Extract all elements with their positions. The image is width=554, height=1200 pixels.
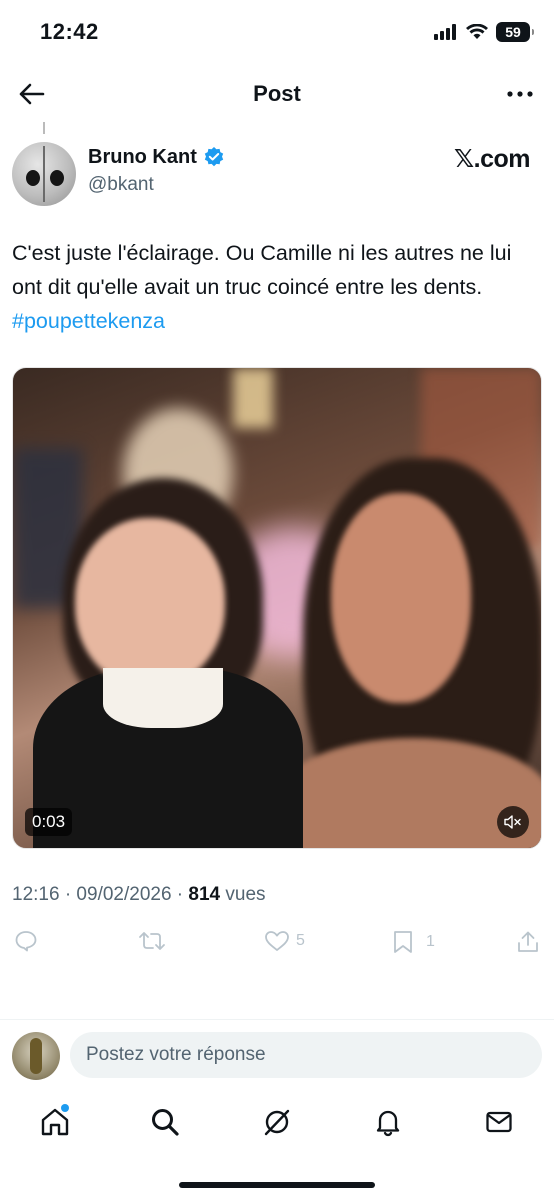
views-label: vues — [220, 884, 266, 905]
tab-messages[interactable] — [479, 1102, 519, 1142]
repost-icon — [139, 932, 165, 950]
mute-button[interactable] — [497, 806, 529, 838]
search-icon — [152, 1109, 179, 1136]
post-body: C'est juste l'éclairage. Ou Camille ni l… — [12, 241, 512, 299]
wifi-icon — [466, 24, 488, 39]
status-time: 12:42 — [40, 19, 99, 44]
status-icons: 59 — [434, 22, 534, 42]
grok-icon — [264, 1109, 290, 1136]
envelope-icon — [486, 1111, 512, 1133]
bookmark-count: 1 — [426, 933, 435, 950]
status-bar: 12:42 59 — [0, 0, 554, 66]
ellipsis-icon — [507, 91, 533, 97]
avatar-antenna — [43, 122, 45, 134]
back-button[interactable] — [14, 76, 50, 112]
reply-bar — [0, 1019, 554, 1091]
battery-icon: 59 — [496, 22, 534, 42]
author-avatar[interactable] — [12, 142, 76, 206]
tab-grok[interactable] — [257, 1102, 297, 1142]
author-name[interactable]: Bruno Kant — [88, 146, 197, 169]
post-text: C'est juste l'éclairage. Ou Camille ni l… — [12, 236, 542, 338]
post-meta: 12:16 · 09/02/2026 · 814 vues — [12, 884, 266, 906]
page-title: Post — [253, 81, 301, 106]
hashtag-link[interactable]: #poupettekenza — [12, 309, 165, 333]
post-author: Bruno Kant @bkant 𝕏.com — [0, 122, 554, 222]
reply-icon — [15, 931, 37, 952]
video-duration: 0:03 — [25, 808, 73, 836]
tab-search[interactable] — [145, 1102, 185, 1142]
author-handle[interactable]: @bkant — [88, 174, 154, 196]
action-bar: 5 1 — [0, 922, 554, 962]
heart-icon — [265, 931, 289, 951]
home-indicator[interactable] — [179, 1182, 375, 1188]
like-button[interactable]: 5 — [264, 930, 305, 952]
tab-notifications[interactable] — [368, 1102, 408, 1142]
more-options-button[interactable] — [502, 76, 538, 112]
speaker-muted-icon — [504, 815, 521, 829]
share-icon — [518, 931, 538, 952]
user-avatar[interactable] — [12, 1032, 60, 1080]
share-button[interactable] — [516, 930, 540, 954]
repost-button[interactable] — [138, 930, 166, 952]
bell-icon — [376, 1110, 400, 1137]
reply-input[interactable] — [70, 1032, 542, 1078]
views-count[interactable]: 814 — [188, 884, 220, 905]
source-label: 𝕏.com — [454, 145, 531, 173]
header: Post — [0, 66, 554, 122]
like-count: 5 — [296, 932, 305, 949]
bookmark-icon — [394, 931, 412, 953]
post-video[interactable]: 0:03 — [12, 367, 542, 849]
bottom-tab-bar — [0, 1092, 554, 1152]
notification-dot — [61, 1104, 69, 1112]
verified-badge-icon — [204, 147, 224, 167]
reply-button[interactable] — [14, 930, 38, 952]
tab-home[interactable] — [35, 1102, 75, 1142]
signal-icon — [434, 24, 456, 40]
post-datetime: 12:16 · 09/02/2026 · — [12, 884, 189, 905]
arrow-left-icon — [19, 83, 45, 105]
bookmark-button[interactable]: 1 — [392, 930, 435, 954]
